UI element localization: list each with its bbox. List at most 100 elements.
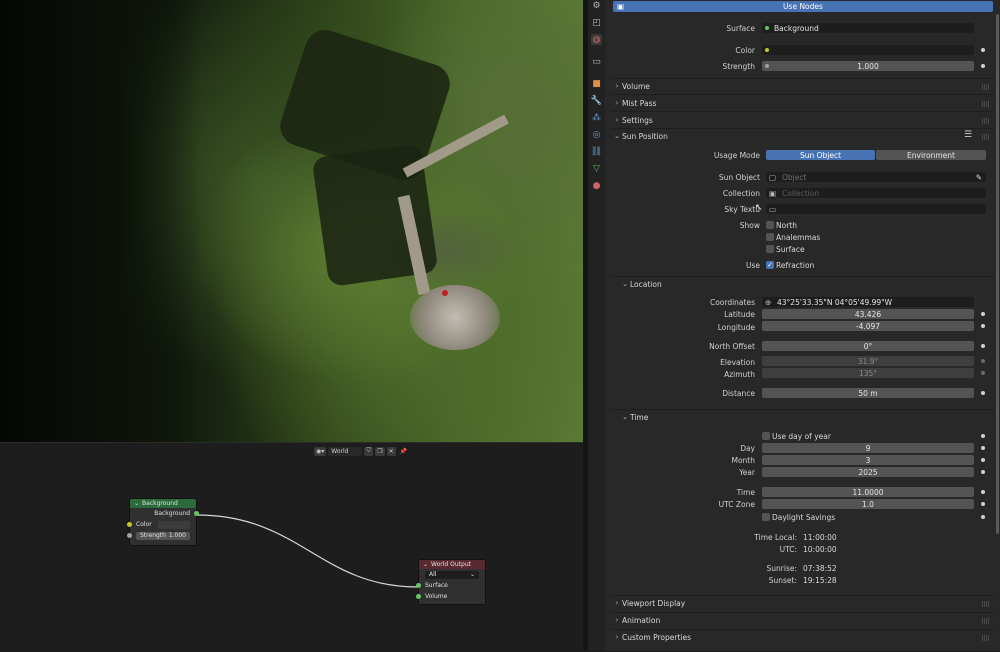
properties-scrollbar[interactable] (996, 14, 999, 534)
drag-handle-icon[interactable] (982, 101, 990, 107)
latitude-field[interactable]: 43.426 (762, 309, 974, 319)
surface-input-socket[interactable] (416, 583, 421, 588)
time-field[interactable]: 11.0000 (762, 487, 974, 497)
constraints-tab-icon[interactable]: ⛓ (591, 146, 602, 157)
viewport-display-panel-header[interactable]: › Viewport Display (612, 596, 992, 610)
keyframe-dot[interactable] (981, 434, 985, 438)
collection-tab-icon[interactable]: ▭ (591, 56, 602, 67)
particles-tab-icon[interactable]: ⁂ (591, 112, 602, 123)
object-tab-icon[interactable]: ■ (591, 78, 602, 89)
usage-sun-object-toggle[interactable]: Sun Object (766, 150, 875, 160)
utc-zone-field[interactable]: 1.0 (762, 499, 974, 509)
world-output-node[interactable]: ⌄ World Output All ⌄ Surface Volume (416, 559, 486, 605)
use-nodes-button[interactable]: ▣ Use Nodes (613, 1, 993, 12)
keyframe-dot[interactable] (981, 48, 985, 52)
keyframe-dot[interactable] (981, 391, 985, 395)
elevation-value: 31.9° (857, 356, 879, 366)
use-nodes-label: Use Nodes (783, 2, 823, 11)
color-swatch[interactable] (158, 520, 190, 529)
3d-viewport[interactable] (0, 0, 583, 442)
keyframe-dot[interactable] (981, 344, 985, 348)
collapse-chevron-icon[interactable]: ⌄ (134, 500, 139, 507)
drag-handle-icon[interactable] (982, 635, 990, 641)
chevron-right-icon: › (615, 116, 619, 124)
keyframe-dot[interactable] (981, 502, 985, 506)
volume-input-socket[interactable] (416, 594, 421, 599)
coordinates-label: Coordinates (709, 298, 755, 307)
sun-position-panel-header[interactable]: ⌄ Sun Position (612, 129, 992, 143)
coordinates-field[interactable]: ⊕ 43°25'33.35"N 04°05'49.99"W (762, 297, 974, 307)
animation-panel-header[interactable]: › Animation (612, 613, 992, 627)
usage-environment-toggle[interactable]: Environment (876, 150, 986, 160)
custom-properties-panel-header[interactable]: › Custom Properties (612, 630, 992, 644)
use-refraction-checkbox[interactable]: ✓ (766, 261, 774, 269)
material-tab-icon[interactable]: ● (591, 180, 602, 191)
time-panel-header[interactable]: ⌄ Time (620, 410, 1000, 424)
keyframe-dot[interactable] (981, 490, 985, 494)
modifier-wrench-icon[interactable]: 🔧 (591, 95, 602, 106)
use-day-of-year-checkbox[interactable] (762, 432, 770, 440)
keyframe-dot[interactable] (981, 458, 985, 462)
day-field[interactable]: 9 (762, 443, 974, 453)
keyframe-dot[interactable] (981, 312, 985, 316)
keyframe-dot[interactable] (981, 324, 985, 328)
strength-field[interactable]: Strength 1.000 (136, 531, 190, 540)
show-north-checkbox[interactable] (766, 221, 774, 229)
red-marker (442, 290, 448, 296)
drag-handle-icon[interactable] (982, 601, 990, 607)
drag-handle-icon[interactable] (982, 84, 990, 90)
sun-object-field[interactable]: ▢ Object ✎ (766, 172, 986, 182)
world-tab-icon[interactable]: ◍ (591, 34, 602, 45)
background-output-socket[interactable] (194, 511, 199, 516)
longitude-field[interactable]: -4.097 (762, 321, 974, 331)
world-output-node-header[interactable]: ⌄ World Output (419, 560, 485, 569)
show-surface-checkbox[interactable] (766, 245, 774, 253)
show-analemmas-label: Analemmas (776, 233, 821, 242)
strength-field[interactable]: 1.000 (762, 61, 974, 71)
color-input-socket[interactable] (127, 522, 132, 527)
properties-tab-column: ⚙ ◰ ◍ ▭ ■ 🔧 ⁂ ◎ ⛓ ▽ ● (588, 0, 605, 651)
distance-label: Distance (722, 389, 755, 398)
drag-handle-icon[interactable] (982, 134, 990, 140)
texture-node-icon: ▭ (769, 204, 777, 214)
render-tab-icon[interactable]: ◰ (591, 17, 602, 28)
month-field[interactable]: 3 (762, 455, 974, 465)
show-label: Show (739, 221, 760, 230)
color-field[interactable] (762, 45, 974, 55)
sun-position-panel-title: Sun Position (622, 131, 668, 141)
drag-handle-icon[interactable] (982, 618, 990, 624)
keyframe-dot[interactable] (981, 515, 985, 519)
year-field[interactable]: 2025 (762, 467, 974, 477)
keyframe-dot[interactable] (981, 470, 985, 474)
presets-list-icon[interactable]: ☰ (964, 130, 972, 140)
surface-selector[interactable]: Background (762, 23, 974, 33)
eyedropper-icon[interactable]: ✎ (976, 173, 982, 182)
daylight-savings-label: Daylight Savings (772, 513, 836, 522)
usage-mode-label: Usage Mode (713, 151, 760, 160)
physics-tab-icon[interactable]: ◎ (591, 129, 602, 140)
drag-handle-icon[interactable] (982, 118, 990, 124)
collapse-chevron-icon[interactable]: ⌄ (423, 561, 428, 568)
collection-icon: ▣ (769, 188, 777, 198)
settings-panel-header[interactable]: › Settings (612, 113, 992, 127)
strength-input-socket[interactable] (127, 533, 132, 538)
daylight-savings-checkbox[interactable] (762, 513, 770, 521)
location-panel-header[interactable]: ⌄ Location (620, 277, 1000, 291)
shader-node-editor[interactable]: ◉▾ World ⛉ ❐ ✕ 📌 ⌄ Background Background… (0, 442, 583, 651)
sky-texture-field[interactable]: ▭ (766, 204, 986, 214)
volume-panel-header[interactable]: › Volume (612, 79, 992, 93)
properties-editor[interactable]: ▣ Use Nodes Surface Background Color Str… (605, 0, 1000, 651)
tool-tab-icon[interactable]: ⚙ (591, 0, 602, 11)
collection-field[interactable]: ▣ Collection (766, 188, 986, 198)
distance-field[interactable]: 50 m (762, 388, 974, 398)
north-offset-field[interactable]: 0° (762, 341, 974, 351)
mist-pass-panel-header[interactable]: › Mist Pass (612, 96, 992, 110)
show-analemmas-checkbox[interactable] (766, 233, 774, 241)
target-dropdown[interactable]: All ⌄ (425, 570, 479, 579)
data-triangle-icon[interactable]: ▽ (591, 163, 602, 174)
keyframe-dot[interactable] (981, 64, 985, 68)
keyframe-dot[interactable] (981, 446, 985, 450)
background-node-header[interactable]: ⌄ Background (130, 499, 196, 508)
background-node[interactable]: ⌄ Background Background Color Strength 1… (127, 498, 199, 546)
use-refraction-label: Refraction (776, 261, 815, 270)
